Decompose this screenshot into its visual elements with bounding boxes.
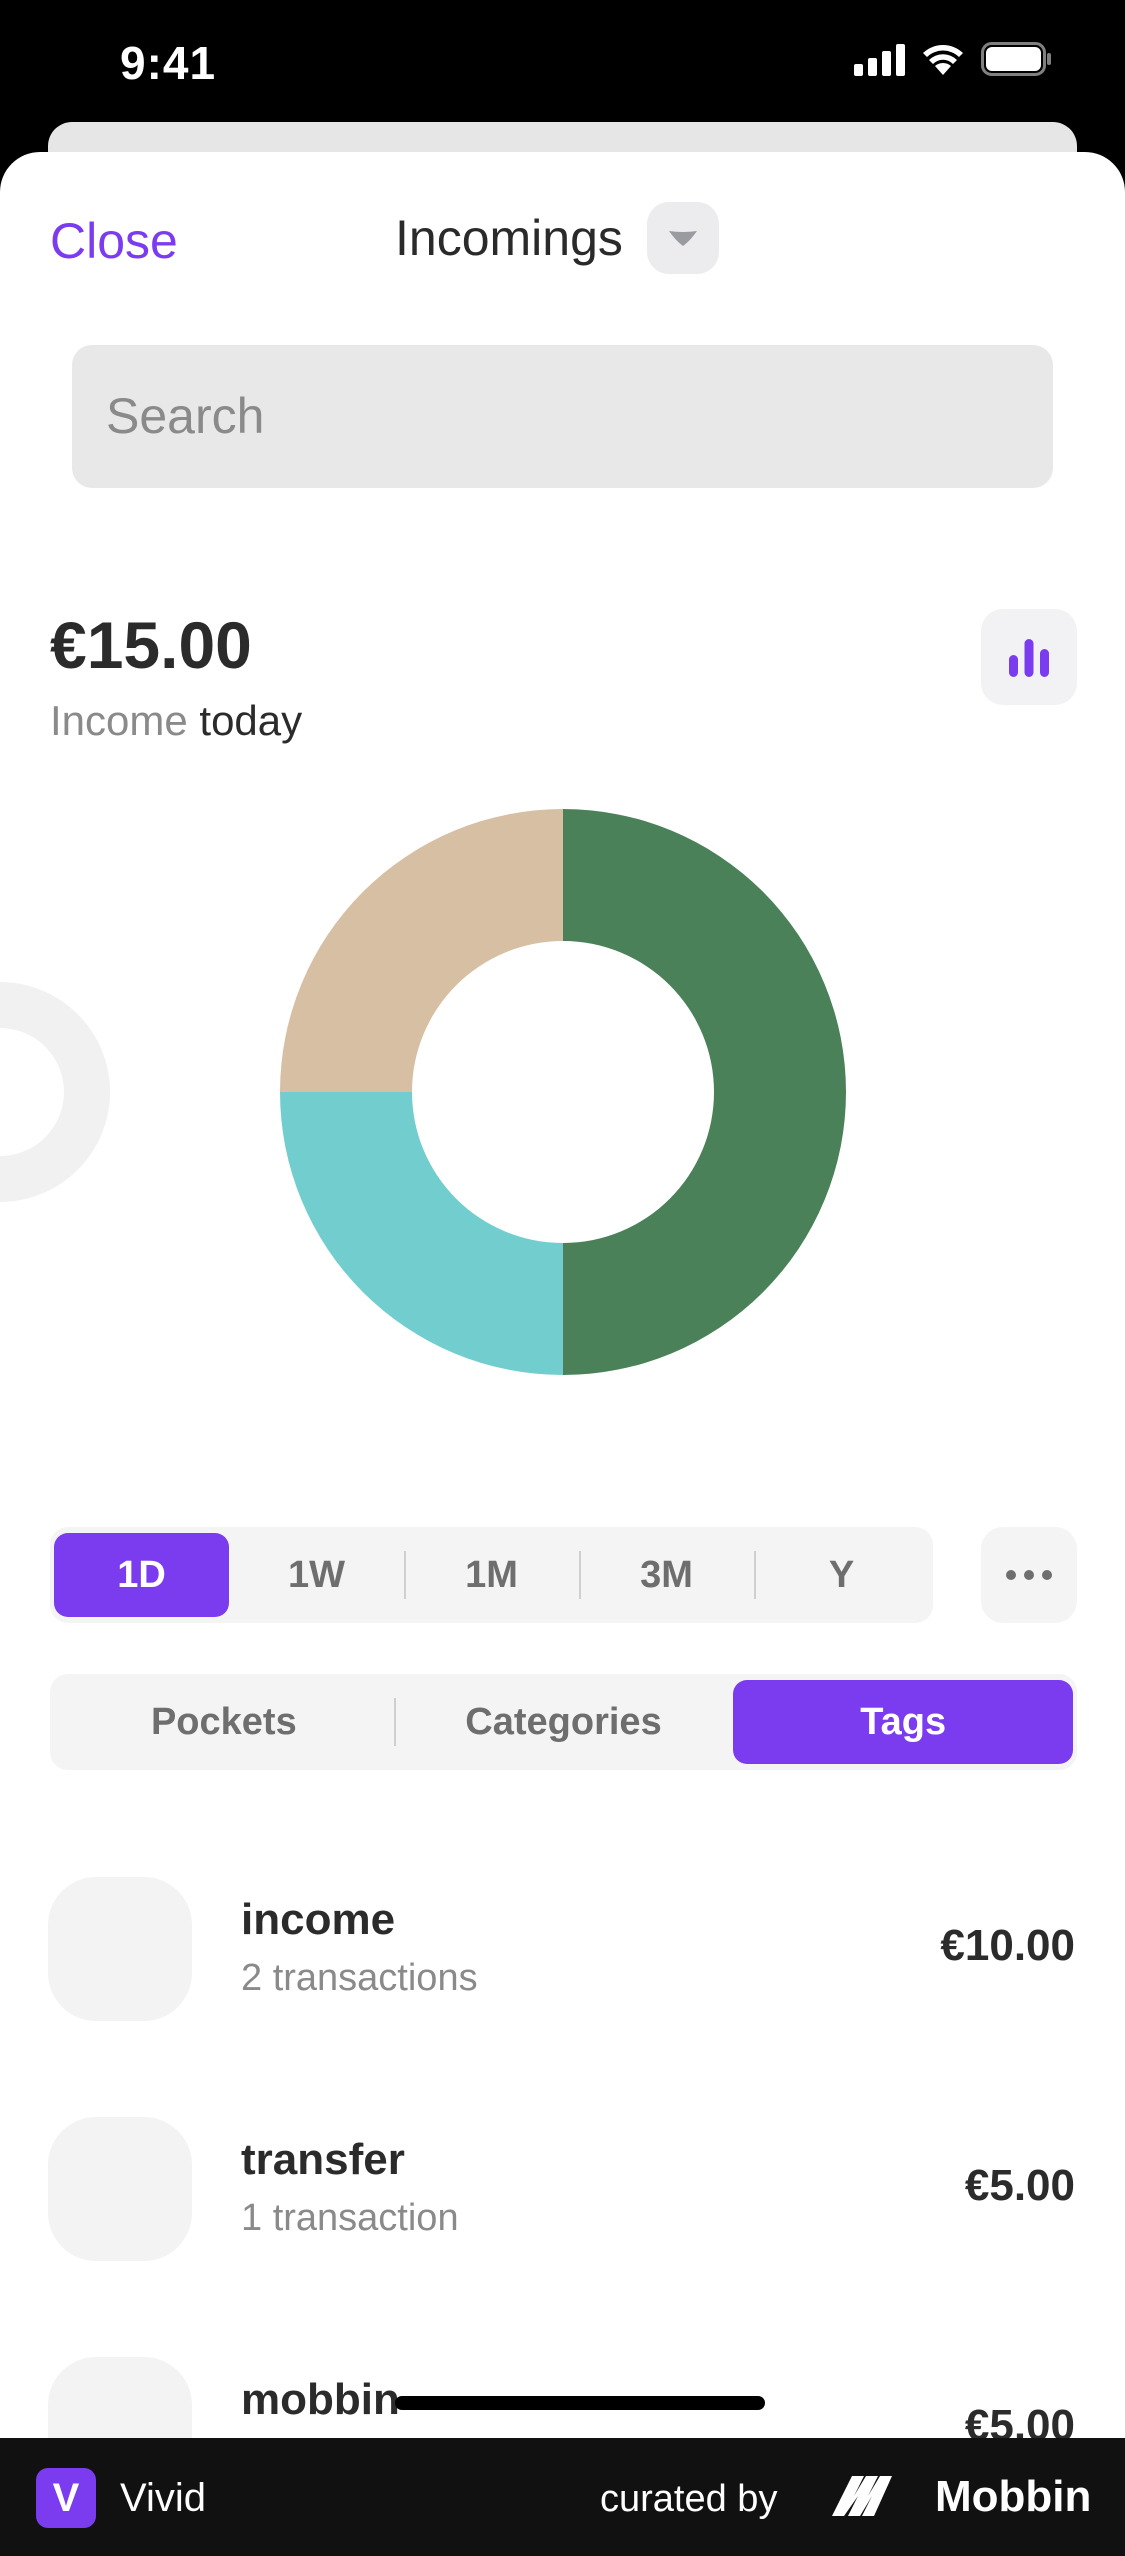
period-selector: 1D 1W 1M 3M Y bbox=[50, 1527, 933, 1623]
donut-slice-0[interactable] bbox=[563, 809, 846, 1375]
period-3m[interactable]: 3M bbox=[579, 1533, 754, 1617]
status-time: 9:41 bbox=[120, 37, 217, 89]
tag-name: mobbin bbox=[241, 2375, 400, 2424]
more-options-button[interactable] bbox=[981, 1527, 1077, 1623]
title-dropdown-button[interactable] bbox=[646, 202, 719, 274]
more-icon bbox=[1006, 1570, 1016, 1580]
transaction-count: 1 transaction bbox=[241, 2197, 459, 2239]
status-bar: 9:41 bbox=[0, 0, 1125, 130]
tag-name: income bbox=[241, 1895, 396, 1944]
bar-chart-icon bbox=[1009, 639, 1049, 677]
vivid-logo: V bbox=[36, 2468, 96, 2528]
sheet-title: Incomings bbox=[395, 210, 623, 266]
close-button[interactable]: Close bbox=[50, 212, 178, 270]
mobbin-brand: Mobbin bbox=[935, 2472, 1092, 2521]
income-label: Income bbox=[50, 697, 188, 744]
home-indicator[interactable] bbox=[395, 2396, 765, 2410]
cellular-signal-icon bbox=[854, 42, 905, 76]
period-1m[interactable]: 1M bbox=[404, 1533, 579, 1617]
adjacent-chart-ghost bbox=[0, 982, 110, 1202]
segment-tags[interactable]: Tags bbox=[733, 1680, 1074, 1764]
total-amount: €15.00 bbox=[50, 608, 252, 682]
tag-name: transfer bbox=[241, 2135, 405, 2184]
period-y[interactable]: Y bbox=[754, 1533, 929, 1617]
group-by-selector: Pockets Categories Tags bbox=[50, 1674, 1077, 1770]
list-item[interactable]: income 2 transactions €10.00 bbox=[0, 1877, 1125, 2037]
period-1w[interactable]: 1W bbox=[229, 1533, 404, 1617]
segment-pockets[interactable]: Pockets bbox=[54, 1680, 394, 1764]
chevron-down-icon bbox=[668, 231, 697, 246]
battery-icon bbox=[981, 42, 1051, 76]
segment-categories[interactable]: Categories bbox=[393, 1680, 734, 1764]
search-placeholder: Search bbox=[106, 388, 265, 444]
income-donut-chart[interactable] bbox=[280, 809, 846, 1375]
status-icons bbox=[854, 42, 1053, 76]
period-1d[interactable]: 1D bbox=[54, 1533, 229, 1617]
transaction-count: 2 transactions bbox=[241, 1957, 478, 1999]
tag-amount: €10.00 bbox=[940, 1921, 1075, 1970]
donut-slice-1[interactable] bbox=[280, 1092, 563, 1375]
list-item[interactable]: transfer 1 transaction €5.00 bbox=[0, 2117, 1125, 2277]
tag-avatar bbox=[48, 2357, 192, 2438]
tag-amount: €5.00 bbox=[964, 2401, 1075, 2438]
tag-amount: €5.00 bbox=[964, 2161, 1075, 2210]
incomings-sheet: Close Incomings Search €15.00 Income tod… bbox=[0, 152, 1125, 2438]
donut-slice-2[interactable] bbox=[280, 809, 563, 1092]
app-name: Vivid bbox=[120, 2476, 206, 2520]
wifi-icon bbox=[923, 45, 963, 75]
chart-toggle-button[interactable] bbox=[981, 609, 1077, 705]
income-period-label: Income today bbox=[50, 697, 302, 745]
curated-by-label: curated by bbox=[600, 2478, 778, 2520]
tag-avatar bbox=[48, 1877, 192, 2021]
footer-banner: V Vivid curated by Mobbin bbox=[0, 2438, 1125, 2556]
tag-avatar bbox=[48, 2117, 192, 2261]
mobbin-logo-icon bbox=[832, 2476, 892, 2516]
title-dropdown[interactable]: Incomings bbox=[395, 202, 719, 274]
search-input[interactable]: Search bbox=[72, 345, 1053, 488]
period-label: today bbox=[199, 697, 303, 744]
